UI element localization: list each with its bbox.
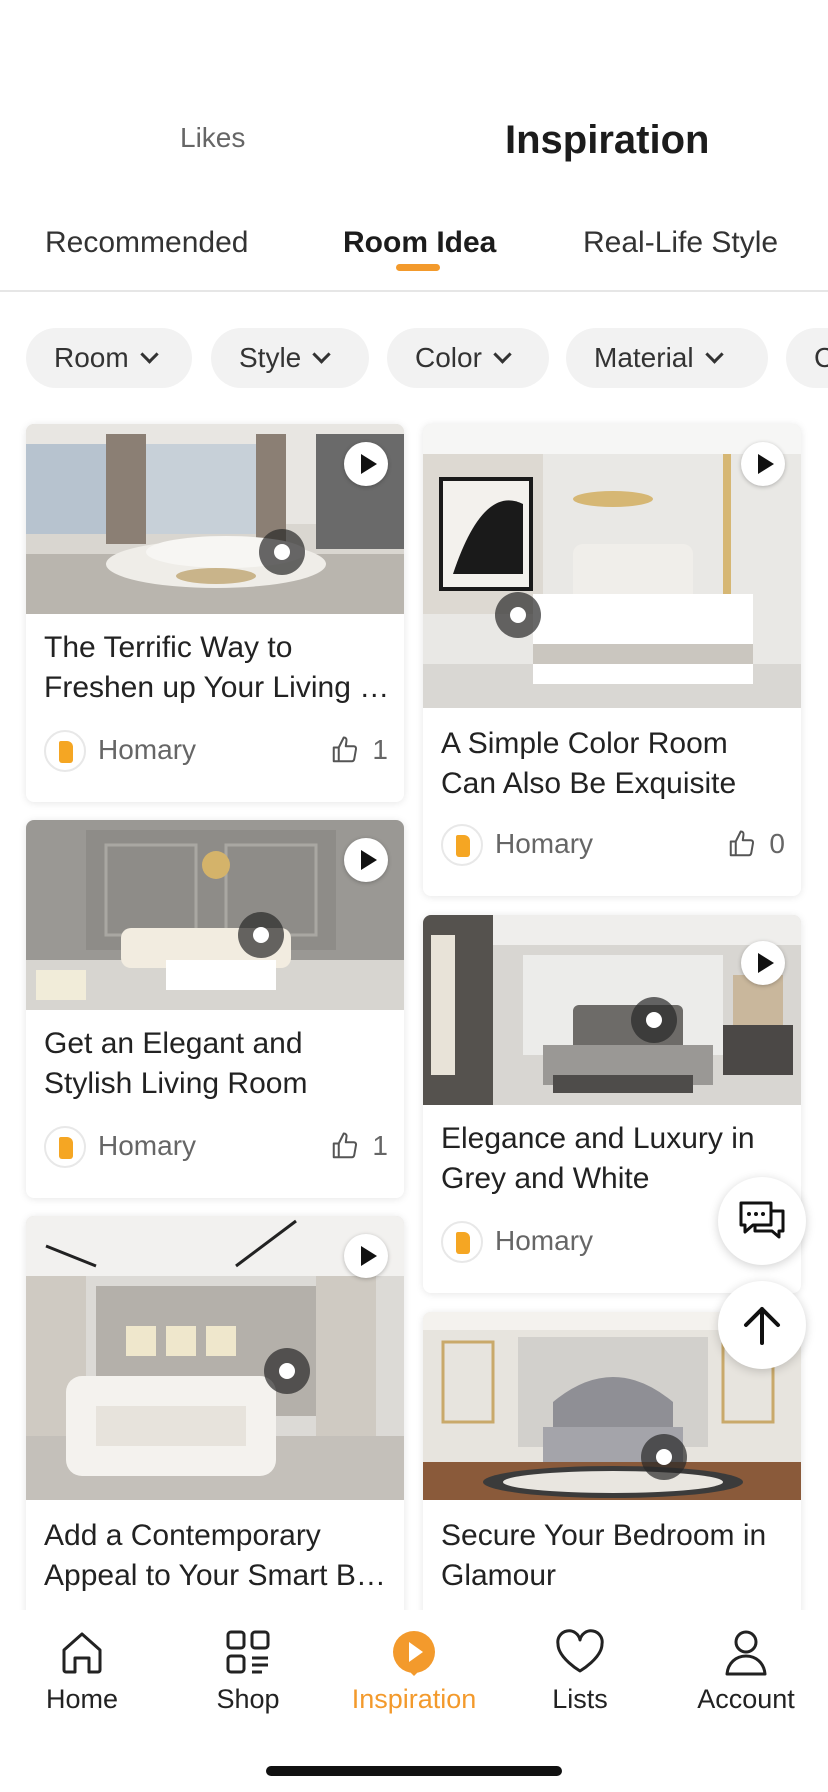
nav-label: Home (45, 1684, 119, 1714)
like-button[interactable]: 1 (330, 1130, 388, 1162)
inspiration-card[interactable]: A Simple Color Room Can Also Be Exquisit… (423, 424, 801, 896)
filter-color[interactable]: Color (387, 328, 549, 388)
nav-home[interactable]: Home (12, 1624, 152, 1724)
card-image (423, 915, 801, 1105)
title-line: Glamour (441, 1559, 557, 1592)
title-line: Add a Contemporary (44, 1519, 321, 1552)
hotspot-icon[interactable] (631, 997, 677, 1043)
play-icon[interactable] (344, 1234, 388, 1278)
author-row: Homary 1 (44, 1126, 388, 1170)
inspiration-card[interactable]: The Terrific Way to Freshen up Your Livi… (26, 424, 404, 802)
filter-label: Room (54, 342, 129, 373)
card-title: Add a Contemporary Appeal to Your Smart … (44, 1516, 390, 1596)
title-line: Elegance and Luxury in (441, 1122, 755, 1155)
thumbs-up-icon (730, 830, 755, 857)
homary-logo-icon (44, 1126, 86, 1168)
hotspot-icon[interactable] (641, 1434, 687, 1480)
title-line: Stylish Living Room (44, 1067, 308, 1100)
nav-label: Account (697, 1684, 795, 1714)
title-line: Get an Elegant and (44, 1027, 303, 1060)
author-row: Homary 0 (441, 824, 785, 868)
sub-tab-bar: Recommended Room Idea Real-Life Style (0, 222, 828, 292)
like-button[interactable]: 1 (330, 734, 388, 766)
arrow-up-icon (744, 1307, 780, 1345)
filter-label: Material (594, 342, 694, 373)
title-line: Appeal to Your Smart Bedroom (44, 1559, 390, 1592)
homary-logo-icon (44, 730, 86, 772)
chat-button[interactable] (718, 1177, 806, 1265)
filter-more[interactable]: C (786, 328, 828, 388)
heart-icon (556, 1629, 604, 1673)
inspiration-card[interactable]: Add a Contemporary Appeal to Your Smart … (26, 1216, 404, 1636)
like-button[interactable]: 0 (727, 828, 785, 860)
homary-logo-icon (441, 824, 483, 866)
hotspot-icon[interactable] (259, 529, 305, 575)
card-title: Secure Your Bedroom in Glamour (441, 1516, 787, 1596)
filter-label: Style (239, 342, 302, 373)
filter-material[interactable]: Material (566, 328, 768, 388)
tab-likes[interactable]: Likes (180, 122, 828, 154)
filter-style[interactable]: Style (211, 328, 369, 388)
author-name: Homary (98, 734, 197, 765)
nav-lists[interactable]: Lists (510, 1624, 650, 1724)
play-icon[interactable] (344, 838, 388, 882)
filter-room[interactable]: Room (26, 328, 192, 388)
account-icon (725, 1630, 767, 1676)
active-tab-indicator (396, 264, 440, 271)
bottom-nav: Home Shop Inspiration Lists Account (0, 1610, 828, 1792)
filter-chips: Room Style Color Material C (0, 328, 828, 390)
play-icon[interactable] (741, 442, 785, 486)
thumbs-up-icon (333, 736, 358, 763)
play-icon[interactable] (344, 442, 388, 486)
filter-label: C (814, 342, 828, 373)
scroll-top-button[interactable] (718, 1281, 806, 1369)
homary-logo-icon (441, 1221, 483, 1263)
nav-account[interactable]: Account (676, 1624, 816, 1724)
chevron-down-icon (704, 344, 724, 364)
like-count: 1 (372, 1130, 388, 1161)
shop-icon (226, 1630, 270, 1674)
hotspot-icon[interactable] (238, 912, 284, 958)
inspiration-card[interactable]: Get an Elegant and Stylish Living Room H… (26, 820, 404, 1198)
title-line: A Simple Color Room (441, 727, 728, 760)
hotspot-icon[interactable] (264, 1348, 310, 1394)
thumbs-up-icon (333, 1132, 358, 1159)
card-title: The Terrific Way to Freshen up Your Livi… (44, 628, 390, 708)
author-row: Homary 1 (44, 730, 388, 774)
title-line: Secure Your Bedroom in (441, 1519, 767, 1552)
chevron-down-icon (493, 344, 512, 364)
subtab-real-life-style[interactable]: Real-Life Style (583, 226, 778, 260)
chevron-down-icon (140, 344, 159, 364)
card-title: Get an Elegant and Stylish Living Room (44, 1024, 390, 1104)
author-name: Homary (495, 828, 594, 859)
inspiration-icon (393, 1631, 435, 1676)
home-indicator[interactable] (266, 1766, 562, 1776)
title-line: The Terrific Way to (44, 631, 293, 664)
tab-inspiration[interactable]: Inspiration (505, 118, 709, 163)
like-count: 1 (372, 734, 388, 765)
like-count: 0 (769, 828, 785, 859)
filter-label: Color (415, 342, 482, 373)
subtab-recommended[interactable]: Recommended (45, 226, 248, 260)
nav-shop[interactable]: Shop (178, 1624, 318, 1724)
title-line: Freshen up Your Living Room (44, 671, 390, 704)
author-name: Homary (98, 1130, 197, 1161)
subtab-room-idea[interactable]: Room Idea (343, 226, 496, 260)
author-name: Homary (495, 1225, 594, 1256)
home-icon (62, 1632, 102, 1674)
nav-label: Shop (216, 1684, 280, 1714)
nav-label: Lists (552, 1684, 608, 1714)
nav-label: Inspiration (351, 1684, 477, 1714)
play-icon[interactable] (741, 941, 785, 985)
chat-icon (739, 1201, 785, 1239)
hotspot-icon[interactable] (495, 592, 541, 638)
card-title: A Simple Color Room Can Also Be Exquisit… (441, 724, 787, 804)
title-line: Can Also Be Exquisite (441, 767, 737, 800)
top-tab-bar: Likes Inspiration (0, 118, 828, 182)
nav-inspiration[interactable]: Inspiration (344, 1624, 484, 1724)
chevron-down-icon (312, 344, 331, 364)
